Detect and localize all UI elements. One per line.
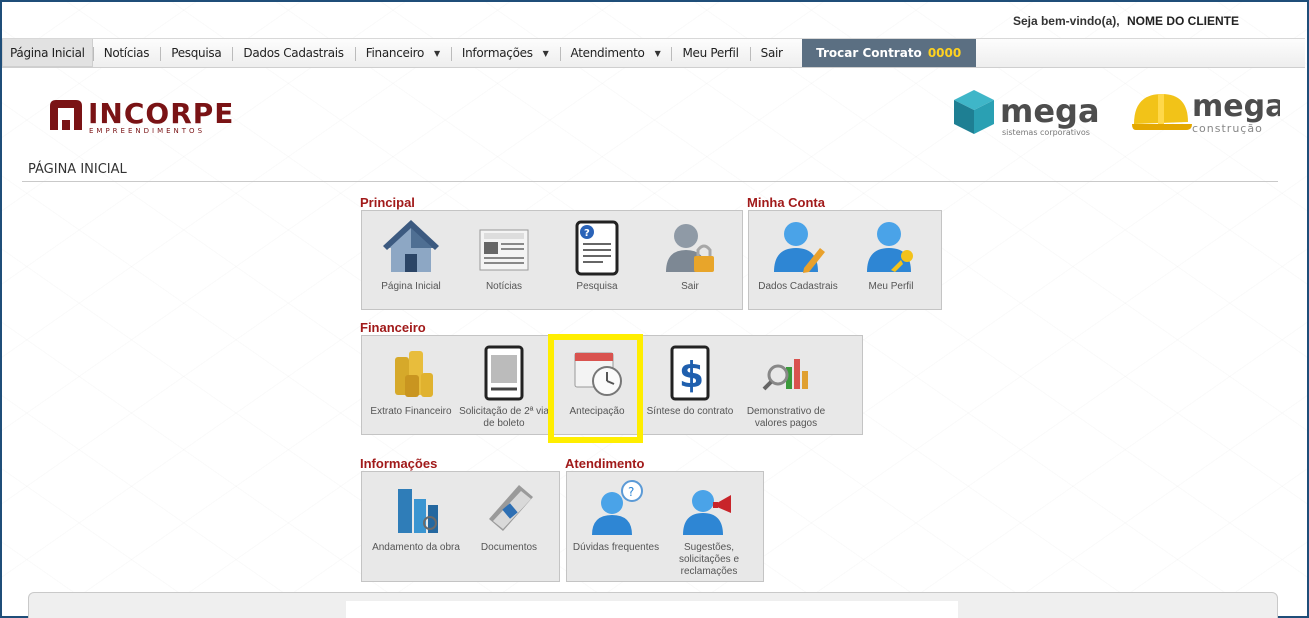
dollar-document-icon: $ — [670, 345, 710, 401]
highlight-box — [548, 334, 643, 443]
mega-logo-subtext: sistemas corporativos — [1002, 128, 1090, 137]
documents-icon — [489, 485, 533, 531]
tile-label: Demonstrativo de valores pagos — [746, 406, 826, 429]
tile-label: Solicitação de 2ª via de boleto — [459, 406, 549, 429]
nav-meu-perfil[interactable]: Meu Perfil — [671, 39, 749, 67]
trocar-label: Trocar Contrato — [816, 46, 922, 60]
welcome-message: Seja bem-vindo(a), NOME DO CLIENTE — [1013, 14, 1239, 28]
nav-label: Sair — [760, 46, 783, 60]
tile-label: Extrato Financeiro — [370, 406, 452, 417]
mega2-logo-subtext: construção — [1192, 122, 1263, 135]
customer-name: NOME DO CLIENTE — [1126, 14, 1239, 28]
chevron-down-icon: ▼ — [434, 48, 440, 58]
chart-magnifier-icon — [762, 359, 808, 391]
content-panel-inner — [346, 601, 958, 618]
nav-label: Notícias — [103, 46, 150, 60]
tile-documentos[interactable]: Documentos — [463, 479, 555, 554]
user-lock-icon — [666, 224, 714, 272]
title-divider — [22, 181, 1278, 182]
tile-meu-perfil[interactable]: Meu Perfil — [845, 218, 937, 293]
tile-label: Documentos — [480, 542, 538, 553]
tile-duvidas-frequentes[interactable]: ? Dúvidas frequentes — [570, 479, 662, 554]
nav-label: Financeiro — [365, 46, 425, 60]
user-key-icon — [867, 222, 913, 272]
welcome-label: Seja bem-vindo(a), — [1012, 14, 1120, 28]
tile-dados-cadastrais[interactable]: Dados Cadastrais — [752, 218, 844, 293]
nav-pagina-inicial[interactable]: Página Inicial — [2, 39, 93, 67]
svg-text:?: ? — [628, 485, 634, 499]
tile-label: Dados Cadastrais — [758, 281, 838, 292]
user-megaphone-icon — [683, 490, 731, 535]
section-title-informacoes: Informações — [360, 456, 438, 471]
buildings-icon — [398, 489, 438, 533]
tile-label: Pesquisa — [576, 281, 618, 292]
mega-construcao-logo: mega construção — [1130, 88, 1285, 143]
nav-atendimento[interactable]: Atendimento ▼ — [559, 39, 672, 67]
nav-label: Atendimento — [570, 46, 645, 60]
tile-sair[interactable]: Sair — [644, 218, 736, 293]
nav-noticias[interactable]: Notícias — [92, 39, 161, 67]
survey-document-icon: ? — [575, 220, 619, 276]
tile-label: Síntese do contrato — [646, 406, 734, 417]
tile-segunda-via-boleto[interactable]: Solicitação de 2ª via de boleto — [458, 343, 550, 430]
user-question-icon: ? — [592, 480, 643, 535]
tile-pesquisa[interactable]: ? Pesquisa — [551, 218, 643, 293]
section-title-atendimento: Atendimento — [565, 456, 645, 471]
tile-sintese-contrato[interactable]: $ Síntese do contrato — [644, 343, 736, 418]
main-navbar: Página Inicial Notícias Pesquisa Dados C… — [2, 38, 1305, 68]
contract-number: 0000 — [927, 46, 962, 60]
nav-label: Página Inicial — [10, 45, 85, 60]
tile-label: Página Inicial — [381, 281, 441, 292]
section-title-minha-conta: Minha Conta — [747, 195, 825, 210]
user-edit-icon — [774, 222, 825, 273]
chevron-down-icon: ▼ — [654, 48, 661, 58]
nav-label: Informações — [461, 46, 533, 60]
page-title: PÁGINA INICIAL — [28, 162, 127, 177]
tile-label: Sair — [681, 281, 699, 292]
tile-label: Notícias — [485, 281, 523, 292]
trocar-contrato-button[interactable]: Trocar Contrato 0000 — [801, 39, 976, 67]
incorpe-logo-subtext: EMPREENDIMENTOS — [89, 127, 205, 135]
nav-financeiro[interactable]: Financeiro ▼ — [354, 39, 451, 67]
section-title-principal: Principal — [360, 195, 415, 210]
invoice-icon — [484, 345, 524, 401]
tile-pagina-inicial[interactable]: Página Inicial — [365, 218, 457, 293]
tile-label: Sugestões, solicitações e reclamações — [678, 542, 740, 577]
tile-extrato-financeiro[interactable]: Extrato Financeiro — [365, 343, 457, 418]
section-title-financeiro: Financeiro — [360, 320, 426, 335]
mega-logo-text: mega — [1000, 92, 1100, 130]
tile-label: Meu Perfil — [868, 281, 914, 292]
tile-label: Dúvidas frequentes — [572, 542, 660, 553]
mega-sistemas-logo: mega sistemas corporativos — [952, 88, 1102, 143]
tile-label: Andamento da obra — [372, 542, 460, 553]
house-icon — [383, 220, 439, 272]
incorpe-logo-text: INCORPE — [88, 97, 233, 130]
tile-sugestoes[interactable]: Sugestões, solicitações e reclamações — [663, 479, 755, 578]
tile-andamento-obra[interactable]: Andamento da obra — [370, 479, 462, 554]
svg-text:?: ? — [584, 228, 590, 239]
nav-informacoes[interactable]: Informações ▼ — [450, 39, 560, 67]
tile-demonstrativo[interactable]: Demonstrativo de valores pagos — [740, 343, 832, 430]
coins-icon — [395, 351, 433, 397]
newspaper-icon — [479, 229, 529, 271]
mega2-logo-text: mega — [1192, 89, 1280, 124]
nav-label: Dados Cadastrais — [243, 46, 344, 60]
chevron-down-icon: ▼ — [542, 48, 549, 58]
incorpe-logo: INCORPE EMPREENDIMENTOS — [48, 96, 233, 139]
tile-noticias[interactable]: Notícias — [458, 218, 550, 293]
nav-label: Meu Perfil — [682, 46, 739, 60]
nav-label: Pesquisa — [171, 46, 222, 60]
nav-pesquisa[interactable]: Pesquisa — [160, 39, 232, 67]
nav-dados-cadastrais[interactable]: Dados Cadastrais — [232, 39, 354, 67]
svg-text:$: $ — [679, 355, 704, 396]
nav-sair[interactable]: Sair — [749, 39, 794, 67]
